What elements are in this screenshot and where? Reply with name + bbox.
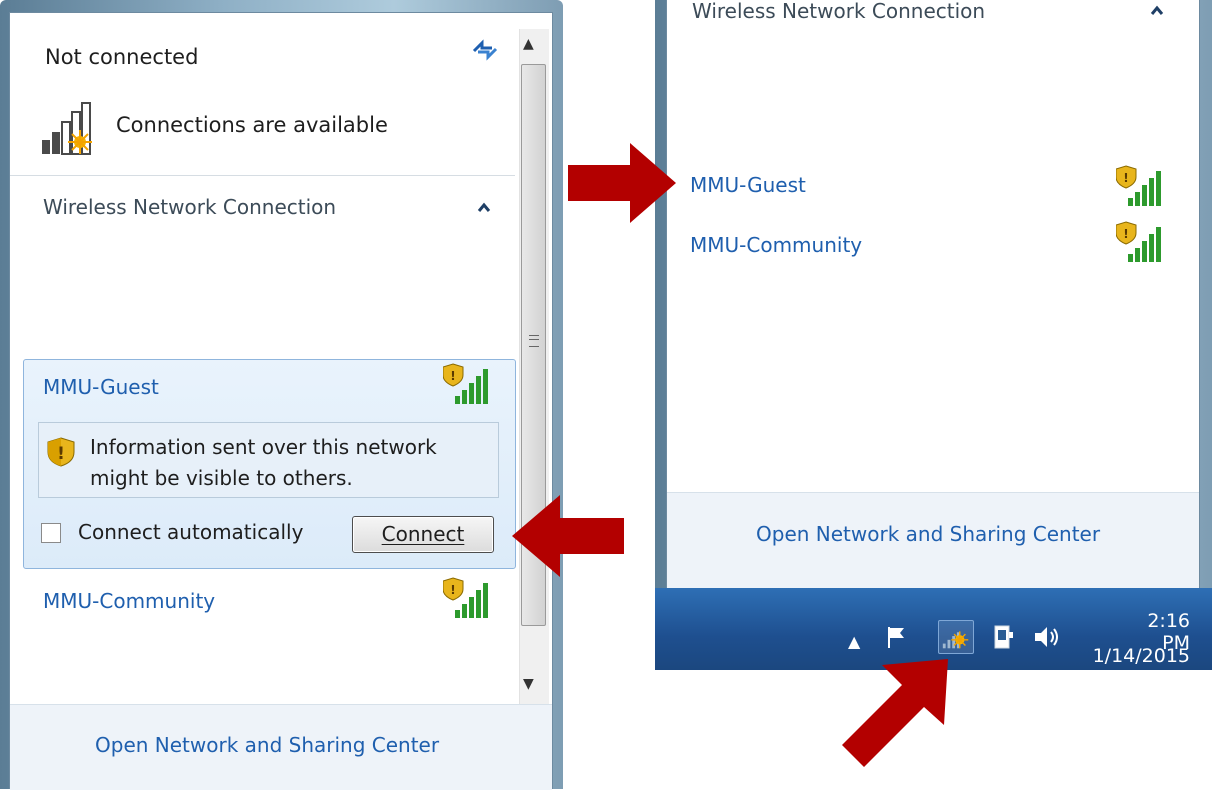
signal-bars-star-icon xyxy=(42,102,92,155)
chevron-up-icon[interactable] xyxy=(1149,3,1165,17)
shield-signal-icon: ! xyxy=(443,577,488,618)
connections-available-label: Connections are available xyxy=(116,113,388,137)
network-item-mmu-community[interactable]: MMU-Community xyxy=(43,589,215,613)
wireless-network-icon[interactable] xyxy=(938,620,974,654)
svg-text:!: ! xyxy=(450,369,455,383)
connect-automatically-label[interactable]: Connect automatically xyxy=(78,520,303,544)
shield-signal-icon: ! xyxy=(443,363,488,404)
connection-status-title: Not connected xyxy=(45,45,199,69)
refresh-icon[interactable] xyxy=(470,38,500,62)
scrollbar-grip-line xyxy=(529,339,539,340)
scroll-down-arrow-icon[interactable]: ▼ xyxy=(523,676,534,692)
red-arrow-icon xyxy=(568,143,676,223)
power-icon[interactable] xyxy=(990,622,1016,652)
shield-warning-icon: ! xyxy=(47,437,75,467)
network-item-mmu-guest[interactable]: MMU-Guest xyxy=(690,173,806,197)
show-hidden-icons-icon[interactable]: ▲ xyxy=(848,632,860,651)
divider xyxy=(10,175,515,176)
svg-text:!: ! xyxy=(57,444,65,464)
shield-signal-icon: ! xyxy=(1116,165,1161,206)
red-arrow-icon xyxy=(842,659,948,767)
open-network-sharing-center-link[interactable]: Open Network and Sharing Center xyxy=(756,522,1100,546)
svg-text:!: ! xyxy=(1123,227,1128,241)
shield-signal-icon: ! xyxy=(1116,221,1161,262)
security-warning-text-line2: might be visible to others. xyxy=(90,466,353,490)
network-name[interactable]: MMU-Guest xyxy=(43,375,159,399)
svg-text:!: ! xyxy=(1123,171,1128,185)
red-arrow-icon xyxy=(512,495,624,577)
clock-date[interactable]: 1/14/2015 xyxy=(1092,645,1190,667)
connect-automatically-checkbox[interactable] xyxy=(41,523,61,543)
network-item-mmu-community[interactable]: MMU-Community xyxy=(690,233,862,257)
action-center-flag-icon[interactable] xyxy=(884,624,910,650)
scroll-up-arrow-icon[interactable]: ▲ xyxy=(523,36,534,52)
security-warning-text-line1: Information sent over this network xyxy=(90,435,437,459)
open-network-sharing-center-link[interactable]: Open Network and Sharing Center xyxy=(95,733,439,757)
chevron-up-icon[interactable] xyxy=(476,200,492,214)
svg-text:!: ! xyxy=(450,583,455,597)
wireless-section-title[interactable]: Wireless Network Connection xyxy=(43,195,336,219)
wireless-section-title[interactable]: Wireless Network Connection xyxy=(692,0,985,23)
volume-icon[interactable] xyxy=(1032,624,1062,650)
connect-button[interactable]: Connect xyxy=(352,516,494,553)
scrollbar-grip-icon xyxy=(529,335,539,347)
